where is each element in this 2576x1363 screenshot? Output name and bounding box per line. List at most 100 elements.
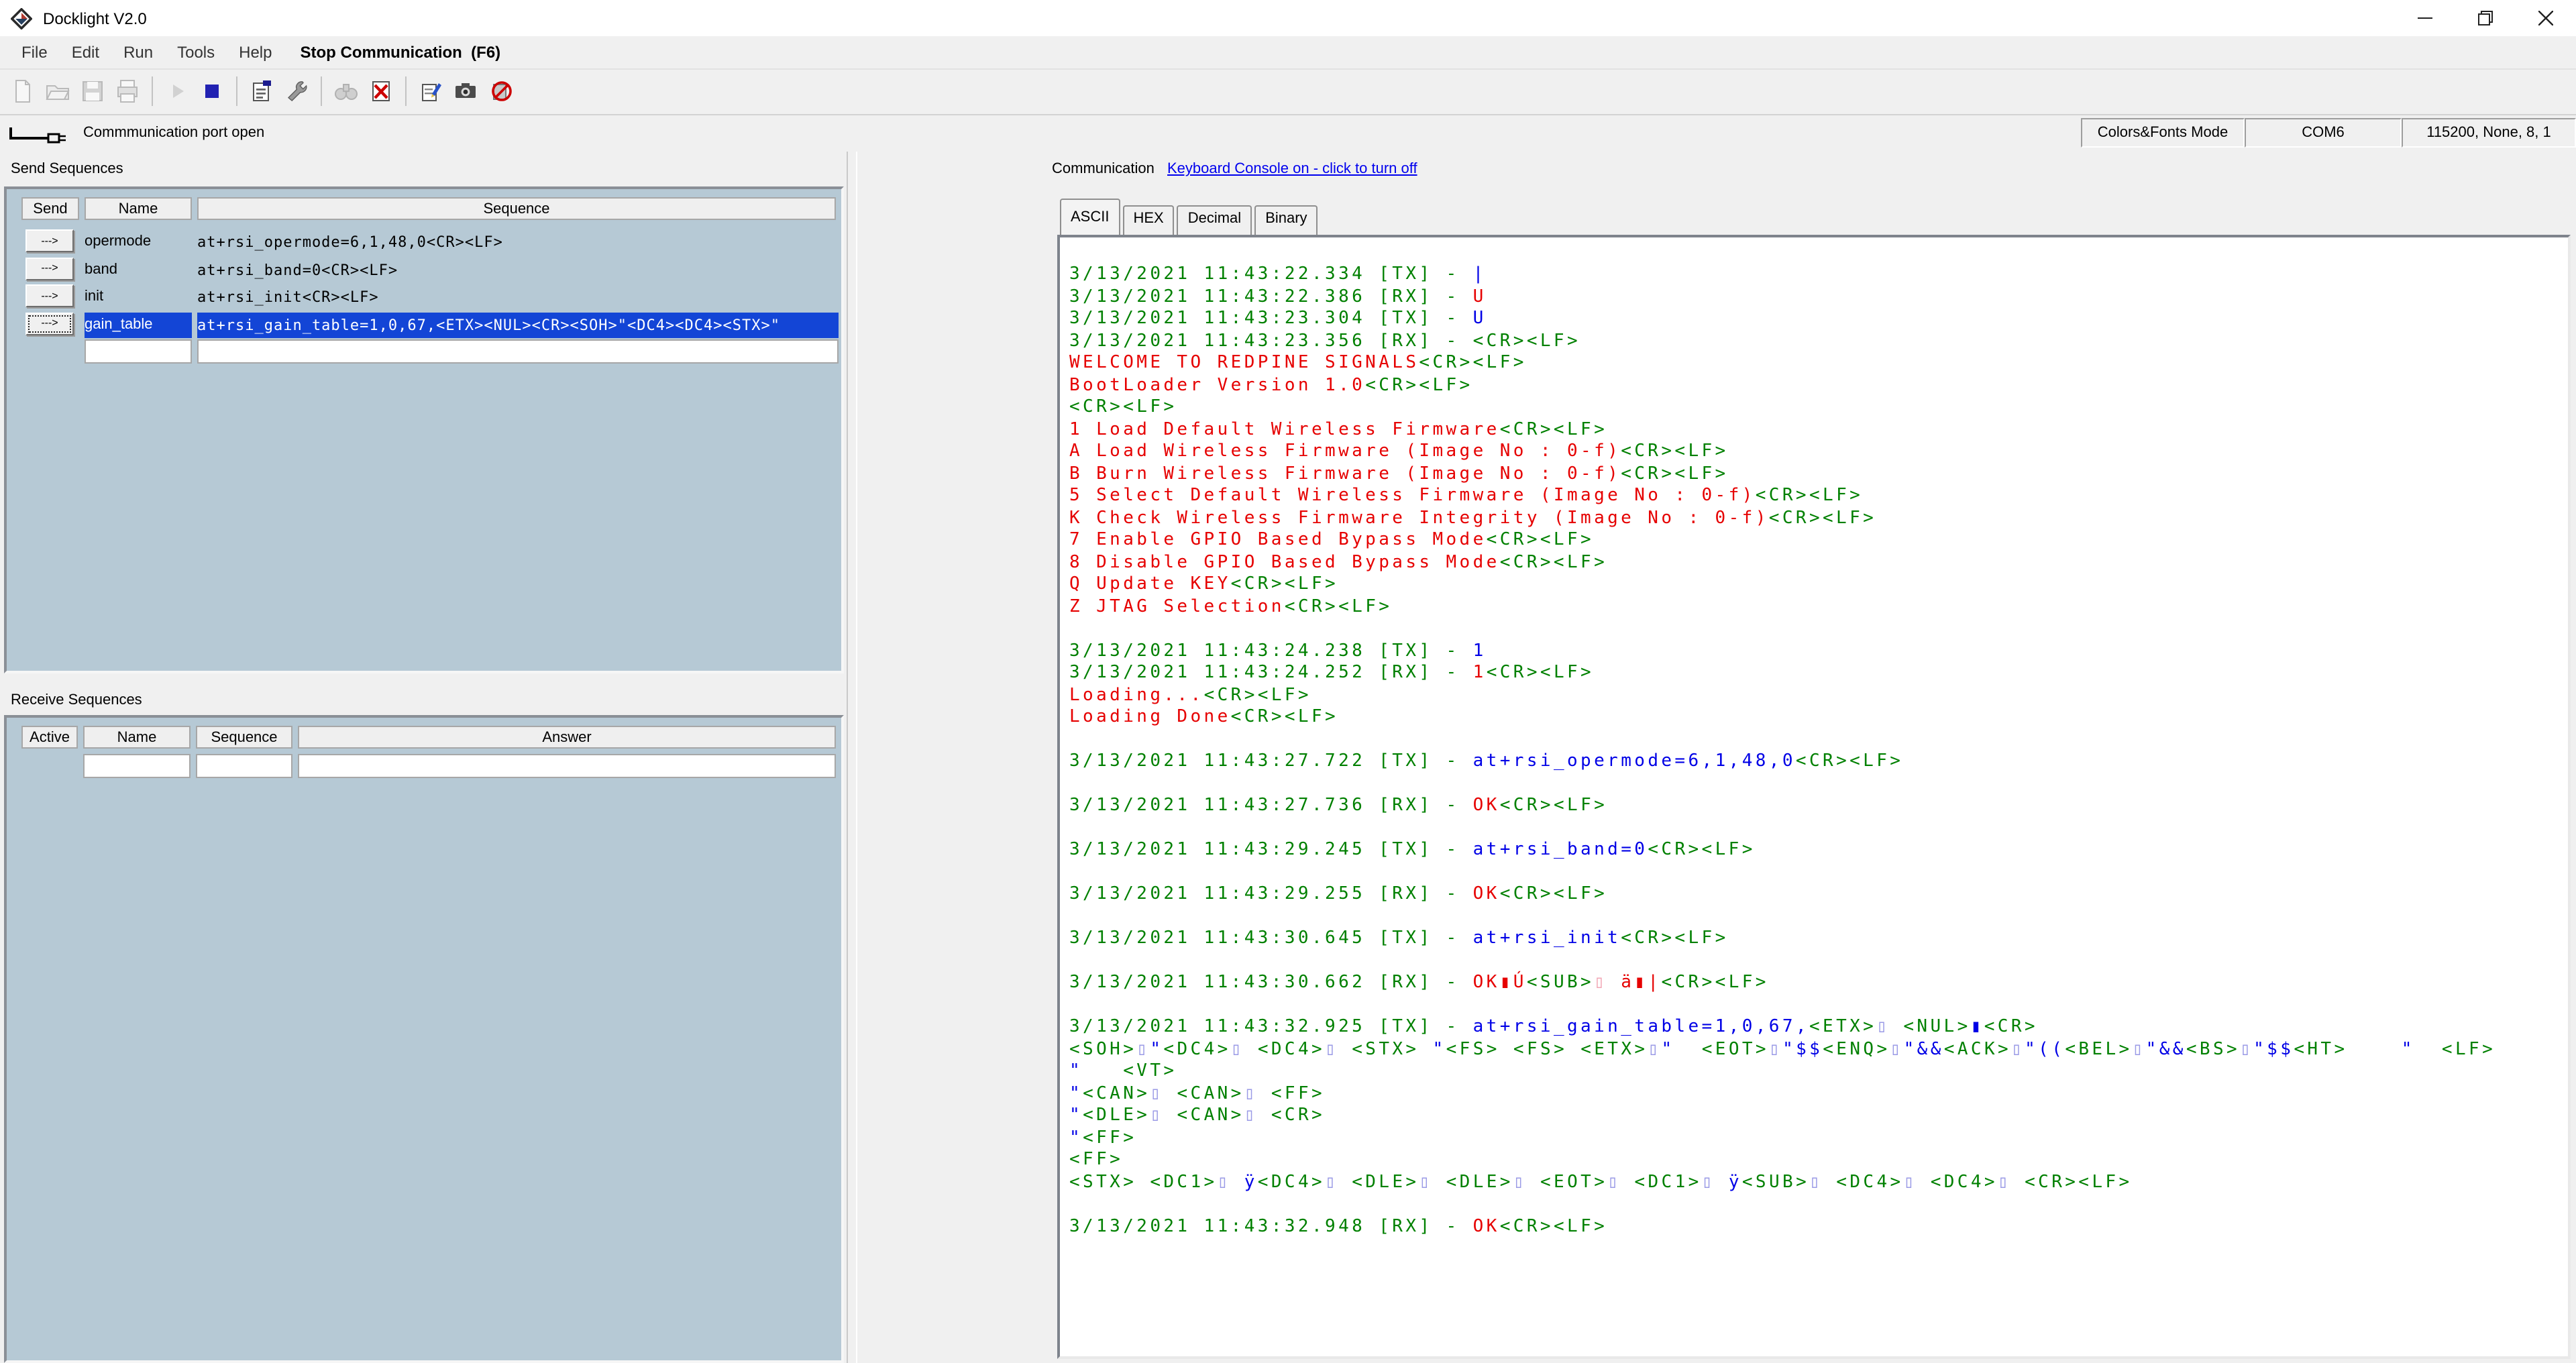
send-empty-name-cell[interactable] bbox=[85, 339, 192, 364]
sequence-value-cell[interactable]: at+rsi_gain_table=1,0,67,<ETX><NUL><CR><… bbox=[197, 312, 839, 337]
terminal-line: 3/13/2021 11:43:32.925 [TX] - at+rsi_gai… bbox=[1069, 1017, 2038, 1037]
snapshot-button[interactable] bbox=[448, 74, 483, 109]
terminal-line: 3/13/2021 11:43:32.948 [RX] - OK<CR><LF> bbox=[1069, 1216, 1608, 1236]
receive-empty-sequence-cell[interactable] bbox=[196, 754, 292, 778]
tab-ascii[interactable]: ASCII bbox=[1060, 199, 1120, 235]
binoculars-icon bbox=[335, 84, 358, 100]
menu-bar: File Edit Run Tools Help Stop Communication (… bbox=[0, 36, 2576, 68]
clear-window-icon bbox=[372, 81, 390, 101]
terminal-line: "<CAN>▯ <CAN>▯ <FF> bbox=[1069, 1083, 1326, 1103]
tab-decimal[interactable]: Decimal bbox=[1177, 205, 1252, 235]
terminal-line: K Check Wireless Firmware Integrity (Ima… bbox=[1069, 508, 1877, 528]
sequence-name-cell[interactable]: opermode bbox=[85, 229, 192, 255]
find-sequence-button bbox=[329, 74, 364, 109]
sequence-name-cell[interactable]: gain_table bbox=[85, 312, 192, 337]
sequence-value-cell[interactable]: at+rsi_opermode=6,1,48,0<CR><LF> bbox=[197, 229, 839, 255]
menu-help[interactable]: Help bbox=[227, 43, 284, 62]
panel-splitter[interactable] bbox=[847, 152, 857, 1363]
terminal-line: 5 Select Default Wireless Firmware (Imag… bbox=[1069, 486, 1864, 506]
open-project-button bbox=[40, 74, 75, 109]
status-strip: Commmunication port open Colors&Fonts Mo… bbox=[0, 114, 2576, 153]
sequence-name-cell[interactable]: init bbox=[85, 284, 192, 310]
terminal-line: 3/13/2021 11:43:27.736 [RX] - OK<CR><LF> bbox=[1069, 796, 1608, 816]
stop-logging-button[interactable] bbox=[483, 74, 518, 109]
print-button bbox=[110, 74, 145, 109]
keyboard-console-link[interactable]: Keyboard Console on - click to turn off bbox=[1167, 161, 1417, 177]
status-message: Commmunication port open bbox=[83, 125, 265, 141]
stop-communication-button[interactable] bbox=[195, 74, 229, 109]
communication-label: Communication bbox=[1052, 161, 1155, 177]
receive-column-header-answer: Answer bbox=[298, 726, 836, 749]
status-com-params: 115200, None, 8, 1 bbox=[2402, 118, 2576, 148]
send-column-header-name: Name bbox=[85, 197, 192, 220]
terminal-line: 3/13/2021 11:43:30.645 [TX] - at+rsi_ini… bbox=[1069, 928, 1729, 948]
menu-tools[interactable]: Tools bbox=[165, 43, 227, 62]
send-button-init[interactable]: ---> bbox=[25, 284, 74, 307]
minimize-button[interactable] bbox=[2395, 0, 2455, 36]
terminal-line: <SOH>▯"<DC4>▯ <DC4>▯ <STX> "<FS> <FS> <E… bbox=[1069, 1039, 2496, 1059]
send-column-header-sequence: Sequence bbox=[197, 197, 836, 220]
toolbar-separator bbox=[236, 76, 237, 106]
window-title: Docklight V2.0 bbox=[43, 9, 147, 28]
restore-button[interactable] bbox=[2455, 0, 2516, 36]
edit-notes-icon bbox=[422, 83, 441, 101]
close-button[interactable] bbox=[2516, 0, 2576, 36]
send-button-gain_table[interactable]: ---> bbox=[25, 312, 74, 335]
receive-sequences-label: Receive Sequences bbox=[11, 692, 142, 708]
minimize-icon bbox=[2418, 17, 2432, 19]
toolbar-separator bbox=[321, 76, 322, 106]
sequence-value-cell[interactable]: at+rsi_init<CR><LF> bbox=[197, 284, 839, 310]
terminal-line: 3/13/2021 11:43:23.356 [RX] - <CR><LF> bbox=[1069, 331, 1581, 351]
terminal-line: "<FF> bbox=[1069, 1128, 1137, 1148]
status-mode: Colors&Fonts Mode bbox=[2081, 118, 2245, 148]
terminal-line: <STX> <DC1>▯ ÿ<DC4>▯ <DLE>▯ <DLE>▯ <EOT>… bbox=[1069, 1172, 2133, 1192]
send-button-opermode[interactable]: ---> bbox=[25, 229, 74, 252]
receive-empty-name-cell[interactable] bbox=[83, 754, 191, 778]
send-sequence-row: ---> band at+rsi_band=0<CR><LF> bbox=[7, 256, 841, 283]
send-empty-sequence-cell[interactable] bbox=[197, 339, 839, 364]
sequence-value-cell[interactable]: at+rsi_band=0<CR><LF> bbox=[197, 257, 839, 282]
project-settings-button[interactable] bbox=[244, 74, 279, 109]
edit-notes-button[interactable] bbox=[413, 74, 448, 109]
save-project-button bbox=[75, 74, 110, 109]
terminal-line: 3/13/2021 11:43:27.722 [TX] - at+rsi_ope… bbox=[1069, 751, 1904, 771]
terminal-line: Z JTAG Selection<CR><LF> bbox=[1069, 596, 1393, 616]
comm-port-icon bbox=[9, 127, 66, 144]
new-file-icon bbox=[15, 80, 30, 103]
menu-edit[interactable]: Edit bbox=[60, 43, 111, 62]
send-sequence-row: ---> gain_table at+rsi_gain_table=1,0,67,<… bbox=[7, 311, 841, 338]
open-folder-icon bbox=[46, 85, 70, 100]
terminal[interactable]: 3/13/2021 11:43:22.334 [TX] - | 3/13/2021… bbox=[1057, 235, 2571, 1359]
menu-stop-communication[interactable]: Stop Communication (F6) bbox=[284, 43, 513, 62]
receive-empty-answer-cell[interactable] bbox=[298, 754, 836, 778]
options-button[interactable] bbox=[279, 74, 314, 109]
terminal-line: BootLoader Version 1.0<CR><LF> bbox=[1069, 375, 1473, 395]
send-button-band[interactable]: ---> bbox=[25, 257, 74, 280]
terminal-line: 3/13/2021 11:43:22.386 [RX] - U bbox=[1069, 286, 1487, 307]
clear-communication-window-button[interactable] bbox=[364, 74, 398, 109]
terminal-line: " <VT> bbox=[1069, 1061, 1177, 1081]
terminal-line: 3/13/2021 11:43:30.662 [RX] - OK▮Ú<SUB>▯… bbox=[1069, 973, 1769, 993]
send-sequence-row: ---> init at+rsi_init<CR><LF> bbox=[7, 283, 841, 311]
start-communication-button bbox=[160, 74, 195, 109]
menu-run[interactable]: Run bbox=[111, 43, 165, 62]
tab-hex[interactable]: HEX bbox=[1122, 205, 1175, 235]
send-sequences-label: Send Sequences bbox=[11, 161, 123, 177]
status-com-port: COM6 bbox=[2245, 118, 2402, 148]
terminal-line: 3/13/2021 11:43:24.252 [RX] - 1<CR><LF> bbox=[1069, 663, 1595, 683]
print-icon bbox=[117, 80, 138, 103]
terminal-line: Q Update KEY<CR><LF> bbox=[1069, 574, 1339, 594]
terminal-line: Loading...<CR><LF> bbox=[1069, 685, 1311, 705]
terminal-line: 3/13/2021 11:43:29.255 [RX] - OK<CR><LF> bbox=[1069, 884, 1608, 904]
app-logo-icon bbox=[11, 7, 32, 29]
sequence-name-cell[interactable]: band bbox=[85, 257, 192, 282]
terminal-line: WELCOME TO REDPINE SIGNALS<CR><LF> bbox=[1069, 353, 1527, 373]
menu-file[interactable]: File bbox=[9, 43, 60, 62]
tab-binary[interactable]: Binary bbox=[1254, 205, 1318, 235]
terminal-line: A Load Wireless Firmware (Image No : 0-f… bbox=[1069, 441, 1729, 461]
